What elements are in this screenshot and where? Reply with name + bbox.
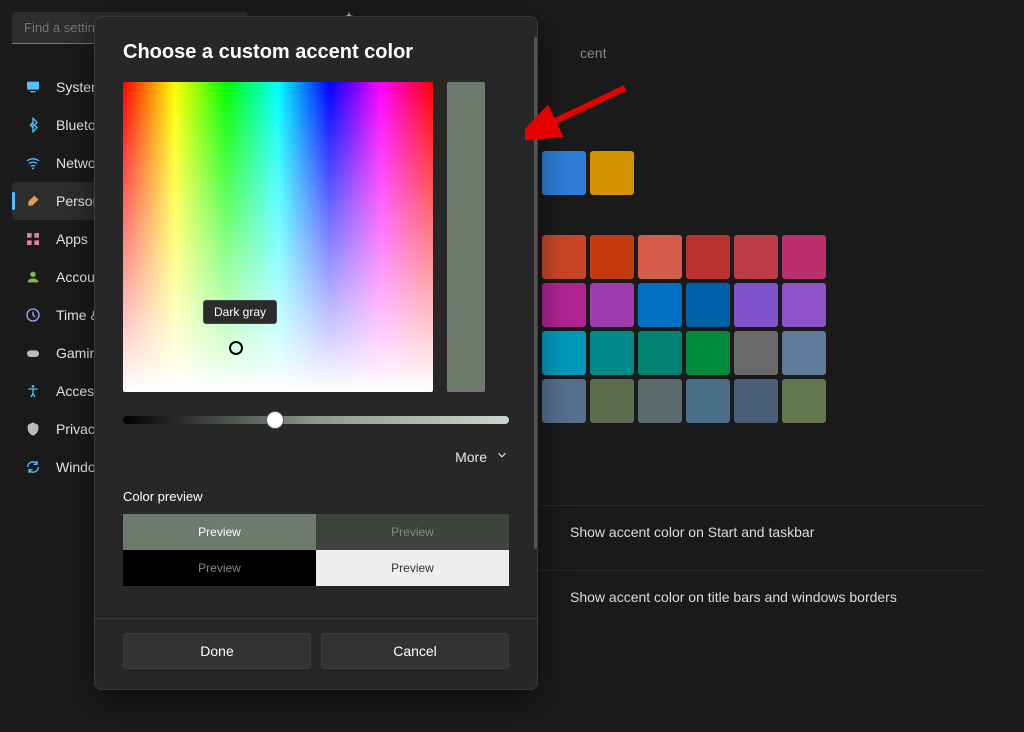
color-preview-grid: Preview Preview Preview Preview [123, 514, 509, 586]
color-swatch[interactable] [590, 379, 634, 423]
color-swatch[interactable] [542, 379, 586, 423]
color-swatch[interactable] [590, 235, 634, 279]
color-swatch[interactable] [638, 331, 682, 375]
color-preview-label: Color preview [123, 489, 509, 504]
color-crosshair[interactable] [229, 341, 243, 355]
apps-icon [24, 230, 42, 248]
preview-cell: Preview [123, 514, 316, 550]
color-swatch[interactable] [638, 235, 682, 279]
color-swatch[interactable] [590, 331, 634, 375]
color-swatch[interactable] [734, 283, 778, 327]
system-icon [24, 78, 42, 96]
color-swatch[interactable] [590, 283, 634, 327]
network-icon [24, 154, 42, 172]
color-swatch[interactable] [686, 331, 730, 375]
color-picker-dialog: Choose a custom accent color Dark gray M… [94, 16, 538, 690]
color-swatch[interactable] [542, 235, 586, 279]
chevron-down-icon [495, 448, 509, 465]
color-swatch[interactable] [782, 235, 826, 279]
time-icon [24, 306, 42, 324]
preview-cell: Preview [316, 550, 509, 586]
preview-cell: Preview [316, 514, 509, 550]
color-swatch[interactable] [734, 235, 778, 279]
color-swatch[interactable] [686, 379, 730, 423]
color-swatch[interactable] [686, 235, 730, 279]
color-swatch[interactable] [782, 379, 826, 423]
color-tooltip: Dark gray [203, 300, 277, 324]
color-swatch[interactable] [638, 283, 682, 327]
color-swatch[interactable] [542, 283, 586, 327]
dialog-title: Choose a custom accent color [123, 41, 509, 64]
update-icon [24, 458, 42, 476]
color-swatch[interactable] [734, 331, 778, 375]
account-icon [24, 268, 42, 286]
color-swatch[interactable] [638, 379, 682, 423]
color-swatch[interactable] [782, 283, 826, 327]
sidebar-item-label: Apps [56, 231, 88, 247]
color-swatch[interactable] [542, 331, 586, 375]
bluetooth-icon [24, 116, 42, 134]
selected-color-chip [447, 82, 485, 392]
done-button[interactable]: Done [123, 633, 311, 669]
value-thumb[interactable] [266, 411, 284, 429]
color-swatch[interactable] [590, 151, 634, 195]
saturation-area[interactable]: Dark gray [123, 82, 433, 392]
color-swatch[interactable] [734, 379, 778, 423]
color-swatch[interactable] [782, 331, 826, 375]
cancel-button[interactable]: Cancel [321, 633, 509, 669]
dialog-scrollbar[interactable] [534, 37, 537, 549]
color-swatch[interactable] [542, 151, 586, 195]
more-toggle[interactable]: More [123, 448, 509, 465]
color-swatch[interactable] [686, 283, 730, 327]
gaming-icon [24, 344, 42, 362]
access-icon [24, 382, 42, 400]
brush-icon [24, 192, 42, 210]
privacy-icon [24, 420, 42, 438]
value-slider[interactable] [123, 416, 509, 424]
preview-cell: Preview [123, 550, 316, 586]
